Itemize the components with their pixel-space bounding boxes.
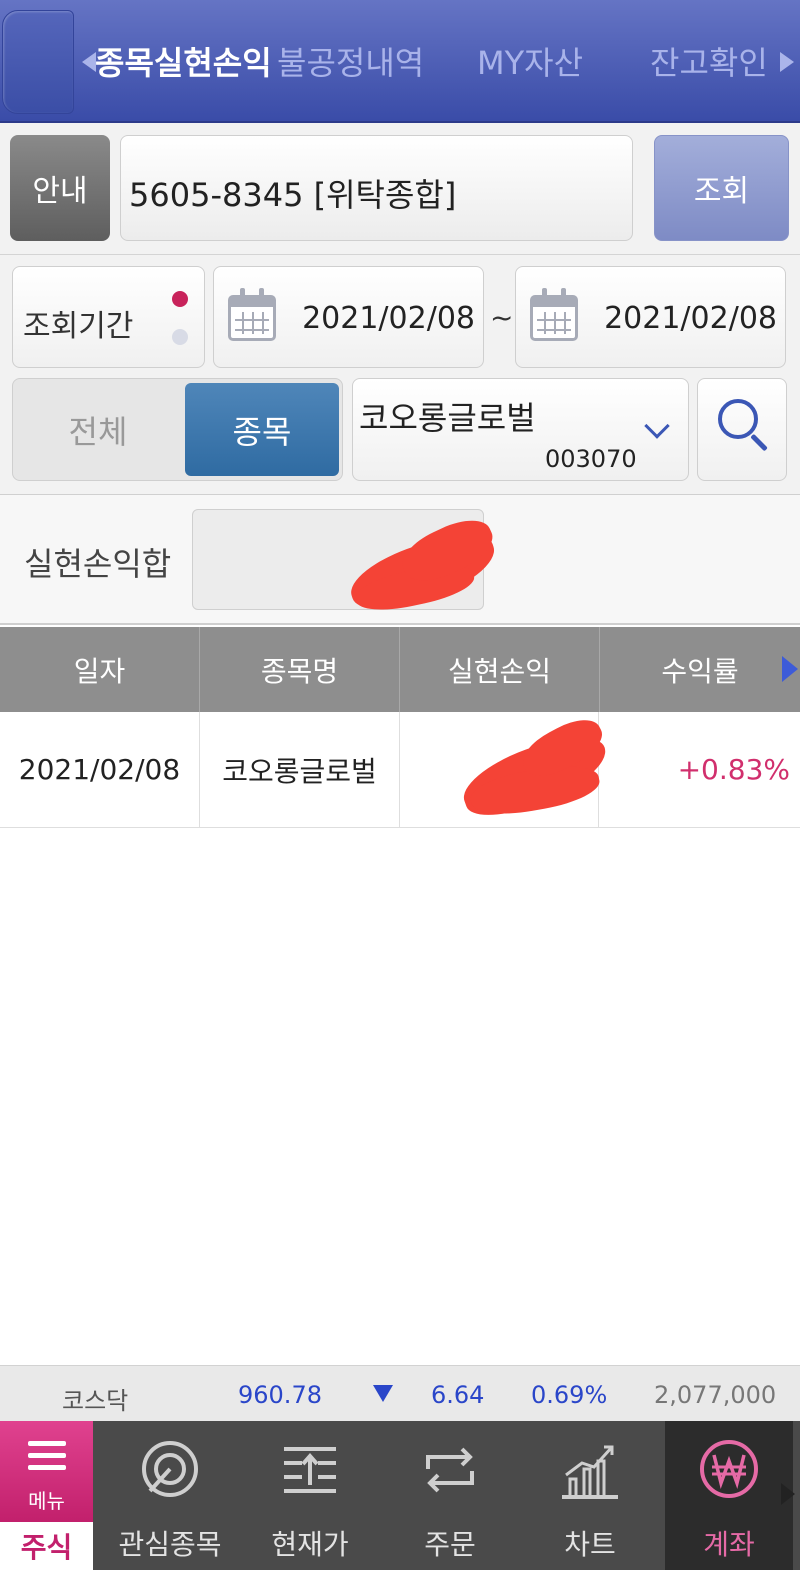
ticker-index-name: 코스닥 bbox=[62, 1387, 129, 1415]
chart-icon bbox=[562, 1445, 618, 1499]
nav-current-price[interactable]: 현재가 bbox=[240, 1421, 380, 1570]
start-date-value: 2021/02/08 bbox=[302, 301, 475, 336]
period-indicator-active bbox=[172, 291, 188, 307]
start-date-field[interactable]: 2021/02/08 bbox=[213, 266, 484, 368]
nav-chart-label: 차트 bbox=[564, 1528, 616, 1561]
row-name: 코오롱글로벌 bbox=[200, 712, 400, 827]
tab-unfair-trade[interactable]: 불공정내역 bbox=[277, 38, 424, 84]
scope-all-button[interactable]: 전체 bbox=[13, 379, 183, 480]
summary-label: 실현손익합 bbox=[24, 545, 172, 583]
account-select[interactable]: 5605-8345 [위탁종합] bbox=[120, 135, 733, 241]
ticker-volume: 2,077,000 bbox=[654, 1381, 777, 1409]
scope-toggle: 전체 종목 bbox=[12, 378, 343, 481]
target-icon bbox=[142, 1441, 198, 1497]
down-triangle-icon bbox=[373, 1385, 393, 1402]
query-button[interactable]: 조회 bbox=[654, 135, 789, 241]
period-selector[interactable]: 조회기간 bbox=[12, 266, 205, 368]
stock-name: 코오롱글로벌 bbox=[359, 399, 536, 437]
search-icon-handle bbox=[750, 433, 768, 452]
next-columns-icon[interactable] bbox=[782, 656, 798, 682]
column-pnl: 실현손익 bbox=[400, 627, 600, 712]
price-icon bbox=[284, 1447, 336, 1493]
date-separator: ~ bbox=[490, 301, 514, 334]
ticker-percent: 0.69% bbox=[531, 1381, 608, 1409]
stock-select[interactable]: 코오롱글로벌 003070 bbox=[352, 378, 689, 481]
stock-tab[interactable]: 주식 bbox=[0, 1522, 93, 1570]
nav-watchlist[interactable]: 관심종목 bbox=[100, 1421, 240, 1570]
info-button[interactable]: 안내 bbox=[10, 135, 110, 241]
account-number: 5605-8345 [위탁종합] bbox=[129, 176, 457, 214]
search-icon bbox=[718, 399, 758, 439]
nav-chart[interactable]: 차트 bbox=[520, 1421, 660, 1570]
table-row[interactable]: 2021/02/08 코오롱글로벌 +0.83% bbox=[0, 712, 800, 828]
row-rate: +0.83% bbox=[677, 753, 790, 786]
scope-item-button[interactable]: 종목 bbox=[185, 383, 339, 476]
menu-label: 메뉴 bbox=[28, 1489, 65, 1513]
market-ticker[interactable]: 코스닥 960.78 6.64 0.69% 2,077,000 bbox=[0, 1365, 800, 1421]
table-header: 일자 종목명 실현손익 수익률 bbox=[0, 627, 800, 712]
bottom-navigation: 메뉴 주식 관심종목 현재가 주문 차트 계좌 bbox=[0, 1421, 800, 1570]
tab-scroll-left-icon[interactable] bbox=[82, 52, 96, 72]
tab-realized-pnl[interactable]: 종목실현손익 bbox=[95, 38, 272, 84]
filter-panel: 조회기간 2021/02/08 ~ 2021/02/08 전체 종목 코오롱글로… bbox=[0, 255, 800, 495]
nav-scroll-right-icon[interactable] bbox=[781, 1483, 795, 1505]
ticker-change: 6.64 bbox=[431, 1381, 485, 1409]
search-button[interactable] bbox=[697, 378, 787, 481]
calendar-icon bbox=[228, 288, 276, 341]
column-name: 종목명 bbox=[200, 627, 400, 712]
end-date-field[interactable]: 2021/02/08 bbox=[515, 266, 786, 368]
account-row: 안내 5605-8345 [위탁종합] 조회 bbox=[0, 123, 800, 255]
nav-watchlist-label: 관심종목 bbox=[118, 1528, 222, 1561]
screen: 종목실현손익 불공정내역 MY자산 잔고확인 안내 5605-8345 [위탁종… bbox=[0, 0, 800, 1570]
nav-account-label: 계좌 bbox=[703, 1528, 755, 1561]
tab-balance[interactable]: 잔고확인 bbox=[650, 38, 768, 84]
stock-code: 003070 bbox=[545, 445, 637, 473]
row-date: 2021/02/08 bbox=[0, 712, 200, 827]
hamburger-icon bbox=[28, 1441, 66, 1446]
chevron-down-icon bbox=[644, 413, 670, 439]
ticker-index-value: 960.78 bbox=[238, 1381, 322, 1409]
period-indicator-inactive bbox=[172, 329, 188, 345]
back-button[interactable] bbox=[2, 10, 74, 114]
period-label: 조회기간 bbox=[23, 309, 134, 344]
column-rate: 수익률 bbox=[661, 654, 739, 688]
column-date: 일자 bbox=[0, 627, 200, 712]
won-icon bbox=[700, 1440, 758, 1498]
end-date-value: 2021/02/08 bbox=[604, 301, 777, 336]
nav-order-label: 주문 bbox=[424, 1528, 476, 1561]
nav-order[interactable]: 주문 bbox=[380, 1421, 520, 1570]
menu-button[interactable]: 메뉴 bbox=[0, 1421, 93, 1522]
tab-my-assets[interactable]: MY자산 bbox=[477, 38, 583, 84]
top-tab-bar: 종목실현손익 불공정내역 MY자산 잔고확인 bbox=[0, 0, 800, 123]
calendar-icon bbox=[530, 288, 578, 341]
nav-current-price-label: 현재가 bbox=[271, 1528, 349, 1561]
order-icon bbox=[426, 1447, 474, 1493]
tab-scroll-right-icon[interactable] bbox=[780, 52, 794, 72]
nav-account[interactable]: 계좌 bbox=[665, 1421, 793, 1570]
